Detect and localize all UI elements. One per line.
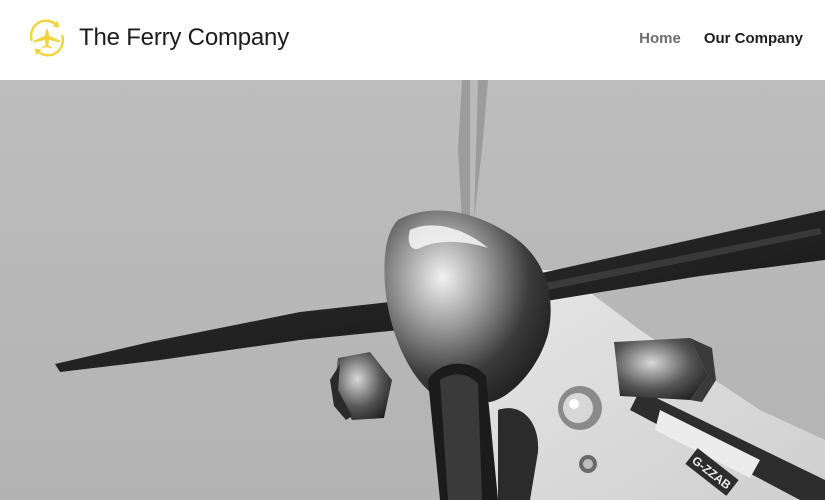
- main-nav: Home Our Company: [639, 30, 803, 47]
- site-title: The Ferry Company: [79, 24, 289, 51]
- site-header: The Ferry Company Home Our Company: [0, 0, 825, 80]
- plane-circular-arrows-icon: [26, 17, 68, 59]
- right-engine-nacelle: [614, 338, 708, 400]
- hero-image: G-ZZAB: [0, 80, 825, 500]
- nav-item-our-company[interactable]: Our Company: [704, 30, 803, 47]
- brand-link[interactable]: The Ferry Company: [26, 17, 289, 59]
- nav-item-home[interactable]: Home: [639, 30, 681, 47]
